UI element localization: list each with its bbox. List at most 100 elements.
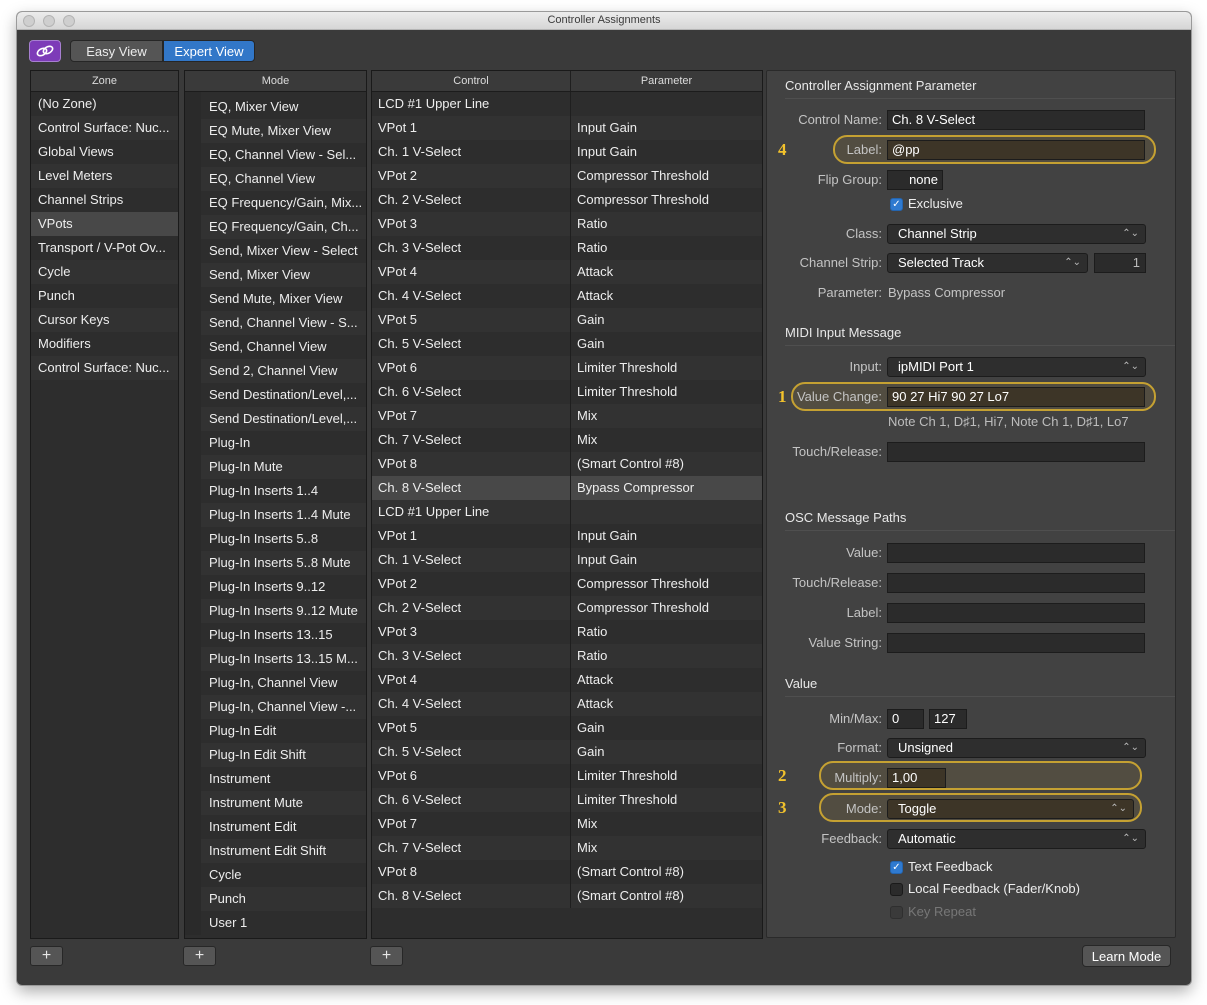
- mode-popup[interactable]: Toggle ⌃⌄: [887, 799, 1134, 819]
- add-mode-button[interactable]: +: [183, 946, 216, 966]
- control-row[interactable]: VPot 2 Compressor Threshold: [372, 572, 762, 596]
- control-row[interactable]: VPot 3 Ratio: [372, 620, 762, 644]
- mode-item[interactable]: Plug-In, Channel View -...: [201, 695, 366, 719]
- mode-item[interactable]: Send, Mixer View - Select: [201, 239, 366, 263]
- mode-item[interactable]: User 1: [201, 911, 366, 935]
- mode-item[interactable]: Plug-In Edit Shift: [201, 743, 366, 767]
- format-popup[interactable]: Unsigned ⌃⌄: [887, 738, 1146, 758]
- mode-item[interactable]: Plug-In Inserts 9..12 Mute: [201, 599, 366, 623]
- mode-item[interactable]: Plug-In Inserts 13..15: [201, 623, 366, 647]
- zone-item[interactable]: Global Views: [31, 140, 178, 164]
- channel-strip-number-field[interactable]: 1: [1094, 253, 1146, 273]
- parameter-column-header[interactable]: Parameter: [571, 71, 762, 91]
- control-row[interactable]: LCD #1 Upper Line: [372, 500, 762, 524]
- mode-item[interactable]: Send Destination/Level,...: [201, 407, 366, 431]
- mode-item[interactable]: Plug-In Mute: [201, 455, 366, 479]
- control-row[interactable]: Ch. 2 V-Select Compressor Threshold: [372, 596, 762, 620]
- mode-item[interactable]: Send 2, Channel View: [201, 359, 366, 383]
- channel-strip-popup[interactable]: Selected Track ⌃⌄: [887, 253, 1088, 273]
- control-row[interactable]: Ch. 4 V-Select Attack: [372, 284, 762, 308]
- mode-item[interactable]: Plug-In: [201, 431, 366, 455]
- mode-item[interactable]: EQ, Mixer View: [201, 92, 366, 119]
- mode-item[interactable]: Plug-In Inserts 5..8: [201, 527, 366, 551]
- control-row[interactable]: Ch. 5 V-Select Gain: [372, 332, 762, 356]
- mode-item[interactable]: Plug-In Inserts 1..4 Mute: [201, 503, 366, 527]
- osc-label-field[interactable]: [887, 603, 1145, 623]
- zone-item[interactable]: Control Surface: Nuc...: [31, 116, 178, 140]
- mode-item[interactable]: Instrument: [201, 767, 366, 791]
- control-row[interactable]: VPot 8 (Smart Control #8): [372, 452, 762, 476]
- mode-item[interactable]: Send Destination/Level,...: [201, 383, 366, 407]
- mode-item[interactable]: EQ, Channel View - Sel...: [201, 143, 366, 167]
- mode-item[interactable]: Plug-In Inserts 5..8 Mute: [201, 551, 366, 575]
- control-row[interactable]: Ch. 3 V-Select Ratio: [372, 236, 762, 260]
- control-row[interactable]: Ch. 1 V-Select Input Gain: [372, 548, 762, 572]
- zone-item[interactable]: Level Meters: [31, 164, 178, 188]
- control-row[interactable]: VPot 4 Attack: [372, 668, 762, 692]
- control-row[interactable]: Ch. 6 V-Select Limiter Threshold: [372, 380, 762, 404]
- multiply-field[interactable]: 1,00: [887, 768, 946, 788]
- control-name-field[interactable]: Ch. 8 V-Select: [887, 110, 1145, 130]
- control-row[interactable]: Ch. 1 V-Select Input Gain: [372, 140, 762, 164]
- control-row[interactable]: Ch. 5 V-Select Gain: [372, 740, 762, 764]
- control-row[interactable]: VPot 7 Mix: [372, 812, 762, 836]
- mode-item[interactable]: Plug-In Edit: [201, 719, 366, 743]
- easy-view-button[interactable]: Easy View: [70, 40, 163, 62]
- mode-item[interactable]: Plug-In Inserts 1..4: [201, 479, 366, 503]
- max-value-field[interactable]: 127: [929, 709, 967, 729]
- mode-item[interactable]: Plug-In Inserts 13..15 M...: [201, 647, 366, 671]
- zone-item[interactable]: Channel Strips: [31, 188, 178, 212]
- control-row[interactable]: VPot 8 (Smart Control #8): [372, 860, 762, 884]
- control-row[interactable]: Ch. 2 V-Select Compressor Threshold: [372, 188, 762, 212]
- zone-item[interactable]: (No Zone): [31, 92, 178, 116]
- feedback-popup[interactable]: Automatic ⌃⌄: [887, 829, 1146, 849]
- mode-item[interactable]: Plug-In Inserts 9..12: [201, 575, 366, 599]
- zone-item[interactable]: VPots: [31, 212, 178, 236]
- zone-item[interactable]: Control Surface: Nuc...: [31, 356, 178, 380]
- control-row[interactable]: Ch. 8 V-Select (Smart Control #8): [372, 884, 762, 908]
- osc-touch-release-field[interactable]: [887, 573, 1145, 593]
- control-column-header[interactable]: Control: [372, 71, 571, 91]
- label-field[interactable]: @pp: [887, 140, 1145, 160]
- add-zone-button[interactable]: +: [30, 946, 63, 966]
- osc-value-field[interactable]: [887, 543, 1145, 563]
- control-row[interactable]: Ch. 6 V-Select Limiter Threshold: [372, 788, 762, 812]
- control-row[interactable]: VPot 4 Attack: [372, 260, 762, 284]
- control-row[interactable]: VPot 6 Limiter Threshold: [372, 764, 762, 788]
- mode-item[interactable]: Send Mute, Mixer View: [201, 287, 366, 311]
- control-row[interactable]: VPot 7 Mix: [372, 404, 762, 428]
- mode-item[interactable]: EQ Mute, Mixer View: [201, 119, 366, 143]
- control-row[interactable]: VPot 3 Ratio: [372, 212, 762, 236]
- local-feedback-checkbox[interactable]: [890, 883, 903, 896]
- mode-item[interactable]: Send, Mixer View: [201, 263, 366, 287]
- zone-item[interactable]: Cycle: [31, 260, 178, 284]
- link-button[interactable]: [29, 40, 61, 62]
- expert-view-button[interactable]: Expert View: [163, 40, 255, 62]
- mode-item[interactable]: Instrument Mute: [201, 791, 366, 815]
- control-row[interactable]: Ch. 7 V-Select Mix: [372, 428, 762, 452]
- control-row[interactable]: Ch. 7 V-Select Mix: [372, 836, 762, 860]
- touch-release-field[interactable]: [887, 442, 1145, 462]
- class-popup[interactable]: Channel Strip ⌃⌄: [887, 224, 1146, 244]
- learn-mode-button[interactable]: Learn Mode: [1082, 945, 1171, 967]
- control-row[interactable]: LCD #1 Upper Line: [372, 92, 762, 116]
- flip-group-field[interactable]: none: [887, 170, 943, 190]
- mode-item[interactable]: Cycle: [201, 863, 366, 887]
- mode-item[interactable]: Punch: [201, 887, 366, 911]
- control-row[interactable]: VPot 1 Input Gain: [372, 116, 762, 140]
- text-feedback-checkbox[interactable]: ✓: [890, 861, 903, 874]
- input-popup[interactable]: ipMIDI Port 1 ⌃⌄: [887, 357, 1146, 377]
- control-row[interactable]: VPot 5 Gain: [372, 716, 762, 740]
- value-change-field[interactable]: 90 27 Hi7 90 27 Lo7: [887, 387, 1145, 407]
- min-value-field[interactable]: 0: [887, 709, 924, 729]
- mode-item[interactable]: EQ Frequency/Gain, Mix...: [201, 191, 366, 215]
- zone-item[interactable]: Cursor Keys: [31, 308, 178, 332]
- control-row[interactable]: VPot 1 Input Gain: [372, 524, 762, 548]
- mode-item[interactable]: Instrument Edit Shift: [201, 839, 366, 863]
- mode-item[interactable]: EQ, Channel View: [201, 167, 366, 191]
- mode-item[interactable]: EQ Frequency/Gain, Ch...: [201, 215, 366, 239]
- mode-item[interactable]: Instrument Edit: [201, 815, 366, 839]
- mode-item[interactable]: Send, Channel View - S...: [201, 311, 366, 335]
- zone-item[interactable]: Punch: [31, 284, 178, 308]
- zone-item[interactable]: Modifiers: [31, 332, 178, 356]
